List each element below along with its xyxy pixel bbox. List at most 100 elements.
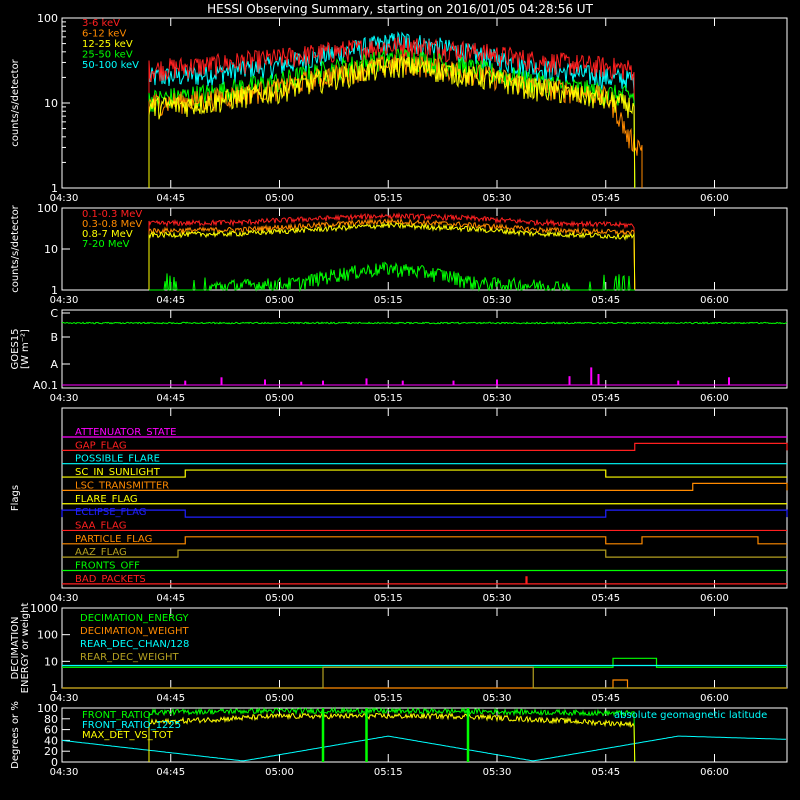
y-tick-label: 100	[37, 702, 58, 715]
hessi-summary-figure: HESSI Observing Summary, starting on 201…	[0, 0, 800, 800]
time-tick-label: 05:15	[374, 593, 403, 604]
y-tick-label: 100	[37, 629, 58, 642]
panel1-ylabel: counts/s/detector	[10, 58, 21, 146]
legend-entry: 6-12 keV	[82, 29, 126, 40]
series-line-max-det-vs-tot	[148, 712, 636, 763]
y-tick-label: 100	[37, 12, 58, 25]
flag-label: LSC_TRANSMITTER	[75, 480, 169, 491]
time-tick-label: 05:45	[591, 767, 620, 778]
y-tick-label: 1	[51, 284, 58, 297]
time-tick-label: 04:45	[156, 393, 185, 404]
y-tick-label: C	[50, 307, 58, 320]
legend-entry: 7-20 MeV	[82, 239, 130, 250]
time-tick-label: 05:30	[483, 593, 512, 604]
legend-entry: MAX_DET_VS_TOT	[82, 730, 174, 741]
time-tick-label: 05:00	[265, 593, 294, 604]
y-tick-label: 1000	[30, 602, 58, 615]
time-tick-label: 06:00	[700, 767, 729, 778]
time-tick-label: 06:00	[700, 295, 729, 306]
y-axis-label: [W m⁻²]	[20, 329, 31, 369]
time-tick-label: 05:45	[591, 693, 620, 704]
panel2-ylabel: counts/s/detector	[10, 204, 21, 292]
flag-label: SC_IN_SUNLIGHT	[75, 467, 161, 478]
y-tick-label: 10	[44, 655, 58, 668]
legend-entry: 12-25 keV	[82, 39, 133, 50]
time-tick-label: 05:30	[483, 295, 512, 306]
legend-entry: REAR_DEC_CHAN/128	[80, 639, 189, 650]
time-tick-label: 05:30	[483, 193, 512, 204]
time-tick-label: 05:45	[591, 393, 620, 404]
flag-label: BAD_PACKETS	[75, 574, 146, 585]
flag-line-eclipse-flag	[61, 509, 788, 518]
time-tick-label: 05:30	[483, 393, 512, 404]
time-tick-label: 06:00	[700, 393, 729, 404]
time-tick-label: 05:15	[374, 767, 403, 778]
series-line-0-8-7-mev	[148, 220, 636, 291]
time-tick-label: 04:45	[156, 767, 185, 778]
panel4-ylabel: Flags	[10, 485, 21, 511]
series-line-6-12-kev	[148, 53, 643, 188]
time-tick-label: 06:00	[700, 193, 729, 204]
flag-line-gap-flag	[62, 442, 788, 451]
time-tick-label: 05:00	[265, 767, 294, 778]
flag-line-sc-in-sunlight	[62, 469, 787, 478]
time-tick-label: 06:00	[700, 593, 729, 604]
y-tick-label: 1	[51, 682, 58, 695]
y-tick-label: 1	[51, 182, 58, 195]
time-tick-label: 05:15	[374, 393, 403, 404]
y-tick-label: 100	[37, 202, 58, 215]
flag-line-aaz-flag	[62, 549, 787, 558]
flag-label: PARTICLE_FLAG	[75, 534, 152, 545]
y-tick-label: 10	[44, 243, 58, 256]
geomagnetic-latitude-label: absolute geomagnetic latitude	[614, 710, 767, 721]
time-tick-label: 05:00	[265, 193, 294, 204]
flag-line-lsc-transmitter	[62, 482, 788, 491]
panel5-ylabel: DECIMATION ENERGY or weight	[10, 603, 31, 694]
time-tick-label: 04:45	[156, 693, 185, 704]
panel6-ylabel: Degrees or %	[10, 701, 21, 769]
time-tick-label: 05:15	[374, 193, 403, 204]
time-tick-label: 04:45	[156, 193, 185, 204]
flag-line-particle-flag	[62, 536, 787, 545]
flag-label: GAP_FLAG	[75, 440, 127, 451]
y-axis-label: ENERGY or weight	[20, 603, 31, 694]
time-tick-label: 05:00	[265, 393, 294, 404]
y-axis-label: counts/s/detector	[10, 58, 21, 146]
chart-canvas: HESSI Observing Summary, starting on 201…	[10, 2, 788, 778]
y-axis-label: counts/s/detector	[10, 204, 21, 292]
time-tick-label: 04:45	[156, 295, 185, 306]
time-tick-label: 04:45	[156, 593, 185, 604]
time-tick-label: 05:00	[265, 693, 294, 704]
panel-frame-3	[61, 309, 788, 389]
flag-label: ATTENUATOR_STATE	[75, 427, 176, 438]
time-tick-label: 05:15	[374, 295, 403, 306]
time-tick-label: 05:15	[374, 693, 403, 704]
time-tick-label: 05:45	[591, 193, 620, 204]
legend-entry: 3-6 keV	[82, 18, 120, 29]
series-line-12-25-kev	[148, 56, 636, 189]
y-tick-label: A0.1	[33, 379, 58, 392]
time-tick-label: 05:30	[483, 693, 512, 704]
flag-label: ECLIPSE_FLAG	[75, 507, 146, 518]
time-tick-label: 06:00	[700, 693, 729, 704]
time-tick-label: 05:45	[591, 593, 620, 604]
flag-label: FLARE_FLAG	[75, 494, 138, 505]
series-line-goes-long	[61, 321, 788, 325]
y-tick-label: A	[50, 358, 58, 371]
y-tick-label: 10	[44, 97, 58, 110]
flag-label: POSSIBLE_FLARE	[75, 454, 160, 465]
series-line-7-20-mev	[149, 261, 635, 292]
series-line-0-3-0-8-mev	[148, 217, 636, 291]
time-tick-label: 04:30	[50, 393, 79, 404]
chart-title: HESSI Observing Summary, starting on 201…	[207, 2, 593, 16]
y-axis-label: Flags	[10, 485, 21, 511]
time-tick-label: 05:45	[591, 295, 620, 306]
time-tick-label: 05:00	[265, 295, 294, 306]
y-axis-label: Degrees or %	[10, 701, 21, 769]
flag-label: AAZ_FLAG	[75, 547, 127, 558]
legend-entry: 25-50 keV	[82, 50, 133, 61]
time-tick-label: 05:30	[483, 767, 512, 778]
legend-entry: DECIMATION_WEIGHT	[80, 626, 189, 637]
panel3-ylabel: GOES15 [W m⁻²]	[10, 328, 31, 369]
legend-entry: 50-100 keV	[82, 60, 139, 71]
